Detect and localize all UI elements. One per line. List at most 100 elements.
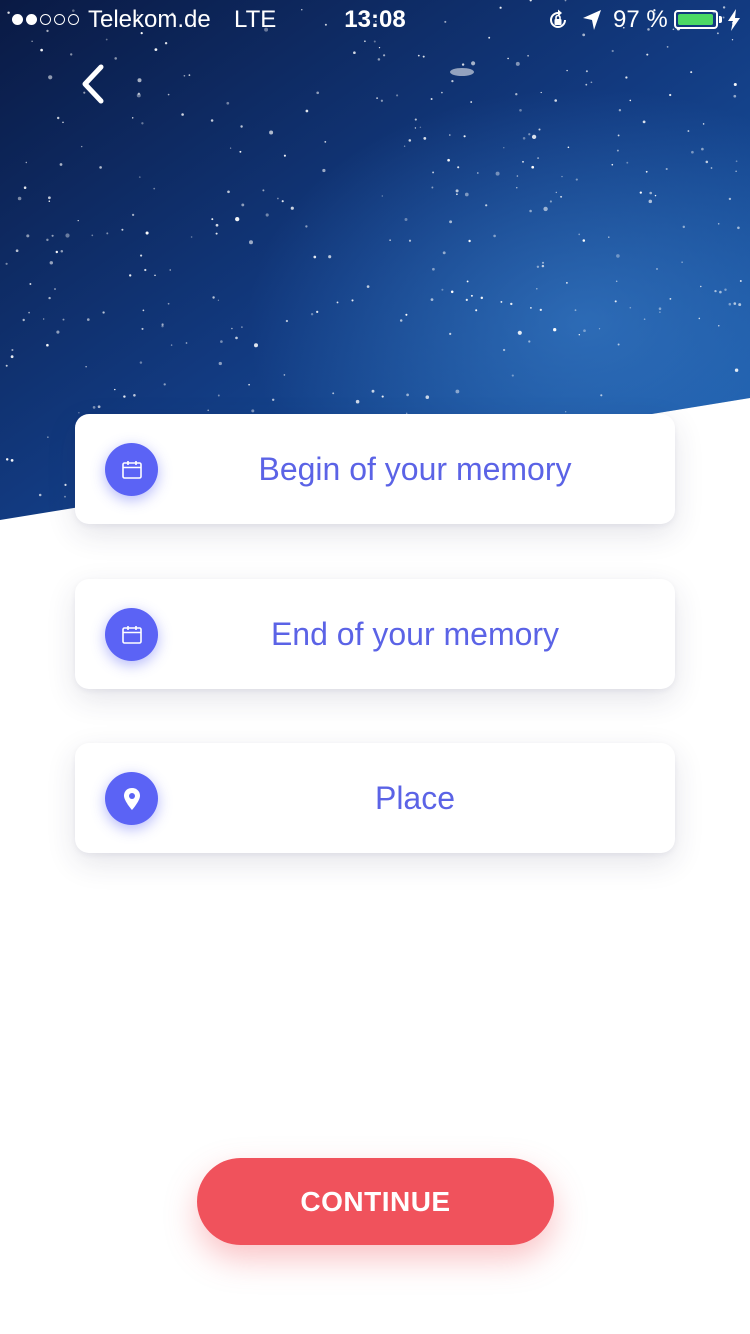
star <box>48 196 51 200</box>
star <box>447 158 450 162</box>
star <box>29 283 32 285</box>
star <box>48 200 51 202</box>
star <box>376 97 379 100</box>
star <box>450 290 454 294</box>
star <box>65 233 70 238</box>
star <box>218 361 222 366</box>
star <box>305 109 309 113</box>
charging-bolt-icon <box>727 9 741 38</box>
star <box>531 165 535 169</box>
star <box>503 147 505 149</box>
map-pin-icon <box>105 772 158 825</box>
star <box>455 389 460 394</box>
star <box>55 250 59 254</box>
star <box>26 234 30 238</box>
star <box>161 325 164 328</box>
star <box>48 75 53 80</box>
star <box>732 417 737 421</box>
star <box>614 300 617 303</box>
star <box>646 53 649 56</box>
star <box>405 313 408 316</box>
star <box>537 157 540 160</box>
star <box>555 191 557 194</box>
star <box>515 61 520 66</box>
star <box>137 78 142 83</box>
star <box>470 101 473 103</box>
star <box>316 310 319 314</box>
star <box>598 328 601 330</box>
star <box>154 274 156 277</box>
continue-button[interactable]: CONTINUE <box>197 1158 554 1245</box>
star <box>510 302 513 306</box>
star <box>733 82 737 87</box>
star <box>625 76 628 79</box>
star <box>493 234 496 238</box>
star <box>406 393 409 397</box>
battery-level-fill <box>678 14 713 25</box>
end-date-field[interactable]: End of your memory <box>75 579 675 689</box>
star <box>396 94 399 97</box>
star <box>364 40 366 43</box>
star <box>226 101 230 105</box>
star <box>527 54 529 57</box>
star <box>328 255 332 259</box>
star <box>686 462 689 466</box>
star <box>46 238 49 242</box>
star <box>540 91 542 94</box>
star <box>485 204 488 207</box>
star <box>353 51 356 55</box>
star <box>704 500 707 503</box>
star <box>461 63 465 66</box>
star <box>516 187 518 189</box>
place-field[interactable]: Place <box>75 743 675 853</box>
star <box>689 505 692 509</box>
star <box>690 71 693 74</box>
star <box>239 150 242 153</box>
star <box>271 398 275 402</box>
star <box>656 268 658 270</box>
star <box>694 501 697 504</box>
star <box>414 118 417 121</box>
star <box>702 123 705 125</box>
star <box>735 170 737 172</box>
star <box>133 394 136 397</box>
star <box>181 113 184 116</box>
battery-percentage: 97 % <box>613 6 668 33</box>
star <box>40 48 43 52</box>
star <box>691 457 694 460</box>
star <box>666 46 669 48</box>
star <box>231 327 233 330</box>
star <box>378 46 381 49</box>
back-button[interactable] <box>62 56 122 116</box>
star <box>728 197 732 201</box>
star <box>639 191 642 194</box>
star <box>235 216 240 222</box>
star <box>22 318 25 322</box>
star <box>470 294 473 297</box>
star <box>441 288 444 291</box>
star <box>658 307 662 310</box>
star <box>332 392 335 395</box>
star <box>528 340 531 343</box>
star <box>618 109 622 112</box>
star <box>137 92 141 95</box>
star <box>141 122 144 125</box>
begin-date-field[interactable]: Begin of your memory <box>75 414 675 524</box>
star <box>529 306 532 309</box>
star <box>682 225 686 229</box>
star <box>717 439 720 443</box>
star <box>169 269 171 271</box>
place-label: Place <box>374 780 456 816</box>
star <box>11 348 14 352</box>
star <box>578 334 580 336</box>
star <box>734 368 739 372</box>
star <box>431 186 434 189</box>
star <box>403 145 406 147</box>
star <box>217 394 220 397</box>
star <box>468 239 471 243</box>
star <box>389 239 391 241</box>
star <box>554 99 558 102</box>
star <box>188 74 191 76</box>
star <box>64 483 67 486</box>
star <box>560 195 563 198</box>
